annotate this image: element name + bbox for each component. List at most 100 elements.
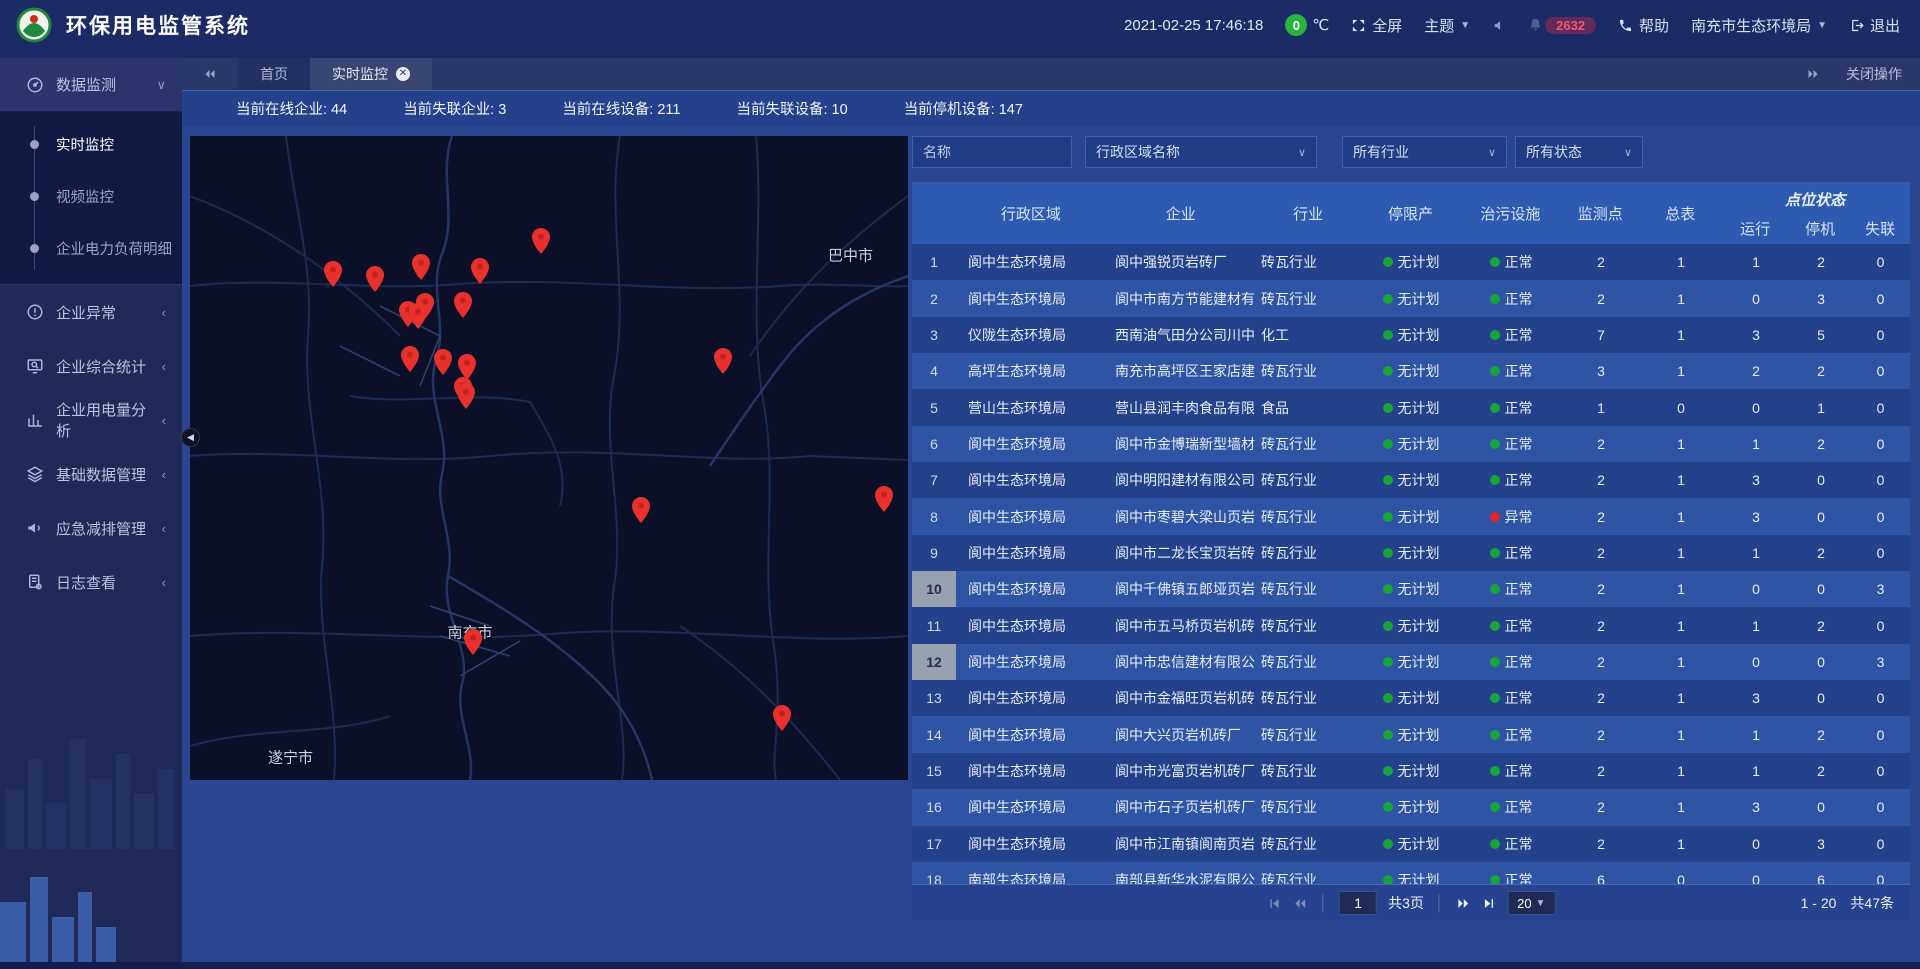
cell-run: 2 (1721, 353, 1791, 389)
status-dot-green (1383, 802, 1393, 812)
table-row[interactable]: 18南部生态环境局南部县新华水泥有限公砖瓦行业无计划正常60060 (912, 862, 1910, 884)
map-collapse-toggle[interactable]: ◀ (181, 428, 200, 447)
table-row[interactable]: 9阆中生态环境局阆中市二龙长宝页岩砖砖瓦行业无计划正常21120 (912, 535, 1910, 571)
facility-text: 正常 (1505, 398, 1533, 418)
map-pin[interactable] (434, 349, 452, 380)
table-row[interactable]: 3仪陇生态环境局西南油气田分公司川中化工无计划正常71350 (912, 317, 1910, 353)
map-pin[interactable] (773, 705, 791, 736)
table-row[interactable]: 17阆中生态环境局阆中市江南镇阆南页岩砖瓦行业无计划正常21030 (912, 826, 1910, 862)
cell-run: 1 (1721, 753, 1791, 789)
map-panel[interactable]: 巴中市南充市遂宁市 ◀ (190, 136, 908, 780)
tab-close-icon[interactable]: ✕ (396, 67, 410, 81)
sidebar-item[interactable]: 应急减排管理‹ (0, 501, 182, 555)
status-dot-green (1490, 439, 1500, 449)
table-row[interactable]: 2阆中生态环境局阆中市南方节能建材有砖瓦行业无计划正常21030 (912, 280, 1910, 316)
last-page-button[interactable] (1481, 897, 1496, 910)
map-city-label: 巴中市 (828, 245, 873, 266)
cell-industry: 砖瓦行业 (1256, 716, 1361, 752)
status-filter-select[interactable]: 所有状态∨ (1515, 136, 1643, 168)
sidebar-subitem[interactable]: 企业电力负荷明细 (0, 222, 182, 274)
table-row[interactable]: 16阆中生态环境局阆中市石子页岩机砖厂砖瓦行业无计划正常21300 (912, 789, 1910, 825)
tabs-scroll-left-button[interactable] (182, 58, 238, 90)
tab-realtime-monitor[interactable]: 实时监控 ✕ (310, 58, 432, 90)
page-size-select[interactable]: 20▼ (1507, 891, 1555, 915)
map-pin[interactable] (324, 261, 342, 292)
cell-industry: 砖瓦行业 (1256, 789, 1361, 825)
cell-stop: 2 (1791, 244, 1851, 280)
map-pin[interactable] (401, 346, 419, 377)
cell-company: 阆中市枣碧大梁山页岩 (1106, 498, 1256, 534)
map-pin[interactable] (454, 292, 472, 323)
row-index: 13 (912, 680, 956, 716)
facility-text: 正常 (1505, 325, 1533, 345)
map-pin[interactable] (457, 383, 475, 414)
map-pin[interactable] (532, 228, 550, 259)
map-pin[interactable] (714, 348, 732, 379)
industry-filter-select[interactable]: 所有行业∨ (1342, 136, 1507, 168)
sidebar-item[interactable]: 企业异常‹ (0, 285, 182, 339)
status-dot-green (1490, 548, 1500, 558)
table-row[interactable]: 13阆中生态环境局阆中市金福旺页岩机砖砖瓦行业无计划正常21300 (912, 680, 1910, 716)
table-row[interactable]: 7阆中生态环境局阆中明阳建材有限公司砖瓦行业无计划正常21300 (912, 462, 1910, 498)
notifications-button[interactable]: 2632 (1528, 17, 1596, 34)
chevron-icon: ‹ (162, 521, 166, 536)
sidebar-item[interactable]: 数据监测∨ (0, 58, 182, 112)
row-index: 1 (912, 244, 956, 280)
next-page-button[interactable] (1455, 897, 1470, 910)
map-pin[interactable] (366, 266, 384, 297)
table-row[interactable]: 8阆中生态环境局阆中市枣碧大梁山页岩砖瓦行业无计划异常21300 (912, 498, 1910, 534)
cell-facility: 正常 (1461, 789, 1561, 825)
cell-region: 阆中生态环境局 (956, 498, 1106, 534)
stat-item: 当前在线企业: 44 (236, 98, 347, 119)
logout-button[interactable]: 退出 (1849, 15, 1900, 36)
map-pin[interactable] (471, 258, 489, 289)
first-page-button[interactable] (1267, 897, 1282, 910)
prev-page-button[interactable] (1293, 897, 1308, 910)
sidebar-item[interactable]: 企业综合统计‹ (0, 339, 182, 393)
page-number-input[interactable] (1339, 891, 1377, 915)
cell-facility: 正常 (1461, 353, 1561, 389)
chevron-down-icon: ∨ (1624, 146, 1632, 159)
map-pin[interactable] (412, 254, 430, 285)
table-row[interactable]: 4高坪生态环境局南充市高坪区王家店建砖瓦行业无计划正常31220 (912, 353, 1910, 389)
table-row[interactable]: 1阆中生态环境局阆中强锐页岩砖厂砖瓦行业无计划正常21120 (912, 244, 1910, 280)
app-root: 环保用电监管系统 2021-02-25 17:46:18 0 ℃ 全屏 主题▼ … (0, 0, 1920, 969)
status-dot-green (1490, 403, 1500, 413)
map-pin[interactable] (632, 497, 650, 528)
theme-button[interactable]: 主题▼ (1424, 15, 1470, 36)
status-dot-green (1490, 839, 1500, 849)
sidebar-subitem[interactable]: 实时监控 (0, 118, 182, 170)
layers-icon (26, 465, 44, 483)
mute-button[interactable] (1492, 19, 1506, 32)
table-row[interactable]: 14阆中生态环境局阆中大兴页岩机砖厂砖瓦行业无计划正常21120 (912, 716, 1910, 752)
table-row[interactable]: 11阆中生态环境局阆中市五马桥页岩机砖砖瓦行业无计划正常21120 (912, 607, 1910, 643)
tab-home[interactable]: 首页 (238, 58, 310, 90)
name-filter-input[interactable] (912, 136, 1072, 168)
region-filter-select[interactable]: 行政区域名称∨ (1085, 136, 1317, 168)
map-pin[interactable] (875, 486, 893, 517)
cell-facility: 正常 (1461, 535, 1561, 571)
user-menu[interactable]: 南充市生态环境局▼ (1691, 15, 1827, 36)
sidebar-item[interactable]: 企业用电量分析‹ (0, 393, 182, 447)
sidebar-subitem[interactable]: 视频监控 (0, 170, 182, 222)
help-button[interactable]: 帮助 (1618, 15, 1669, 36)
facility-text: 正常 (1505, 616, 1533, 636)
sidebar-item[interactable]: 日志查看‹ (0, 555, 182, 609)
table-row[interactable]: 12阆中生态环境局阆中市忠信建材有限公砖瓦行业无计划正常21003 (912, 644, 1910, 680)
cell-offline: 0 (1851, 680, 1910, 716)
table-row[interactable]: 5营山生态环境局营山县润丰肉食品有限食品无计划正常10010 (912, 389, 1910, 425)
cell-run: 1 (1721, 607, 1791, 643)
tabs-scroll-right-button[interactable] (1806, 68, 1820, 80)
close-operations-button[interactable]: 关闭操作 (1846, 64, 1902, 84)
table-row[interactable]: 10阆中生态环境局阆中千佛镇五郎垭页岩砖瓦行业无计划正常21003 (912, 571, 1910, 607)
fullscreen-button[interactable]: 全屏 (1351, 15, 1402, 36)
table-row[interactable]: 15阆中生态环境局阆中市光富页岩机砖厂砖瓦行业无计划正常21120 (912, 753, 1910, 789)
map-pin[interactable] (409, 303, 427, 334)
map-pin[interactable] (464, 629, 482, 660)
col-monitor: 监测点 (1560, 182, 1640, 244)
sidebar-item[interactable]: 基础数据管理‹ (0, 447, 182, 501)
chevron-icon: ∨ (156, 77, 166, 93)
cell-run: 3 (1721, 498, 1791, 534)
table-row[interactable]: 6阆中生态环境局阆中市金博瑞新型墙材砖瓦行业无计划正常21120 (912, 426, 1910, 462)
cell-stop: 2 (1791, 716, 1851, 752)
